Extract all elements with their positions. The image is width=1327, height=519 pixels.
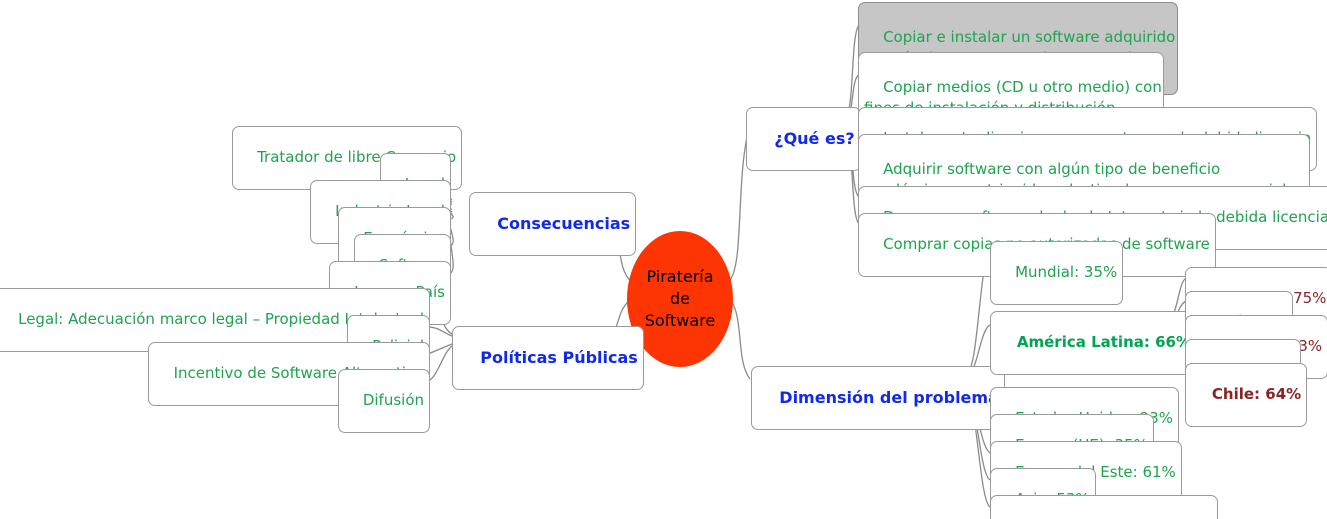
branch-que-es[interactable]: ¿Qué es? xyxy=(746,107,861,171)
branch-dimension[interactable]: Dimensión del problema xyxy=(751,366,1005,430)
branch-politicas-label: Políticas Públicas xyxy=(480,348,638,367)
branch-consecuencias[interactable]: Consecuencias xyxy=(469,192,637,256)
node-dimension-america-latina[interactable]: América Latina: 66% xyxy=(990,311,1197,375)
node-politicas-difusion[interactable]: Difusión xyxy=(337,369,430,433)
node-label: Mundial: 35% xyxy=(1015,263,1118,281)
branch-consecuencias-label: Consecuencias xyxy=(497,214,631,233)
node-label: Chile: 64% xyxy=(1211,385,1302,403)
node-dimension-medio-oriente-africa[interactable]: Medio Oriente/Africa: 58% xyxy=(990,495,1218,519)
node-dimension-mundial[interactable]: Mundial: 35% xyxy=(990,241,1124,305)
mindmap-canvas: Piratería de Software ¿Qué es? Copiar e … xyxy=(0,0,1327,519)
branch-dimension-label: Dimensión del problema xyxy=(779,388,999,407)
node-label: Difusión xyxy=(362,391,424,409)
root-node-label: Piratería de Software xyxy=(644,267,716,330)
node-label: América Latina: 66% xyxy=(1016,333,1191,351)
branch-que-es-label: ¿Qué es? xyxy=(774,129,855,148)
node-country-chile[interactable]: Chile: 64% xyxy=(1185,363,1308,427)
branch-politicas-publicas[interactable]: Políticas Públicas xyxy=(452,326,644,390)
